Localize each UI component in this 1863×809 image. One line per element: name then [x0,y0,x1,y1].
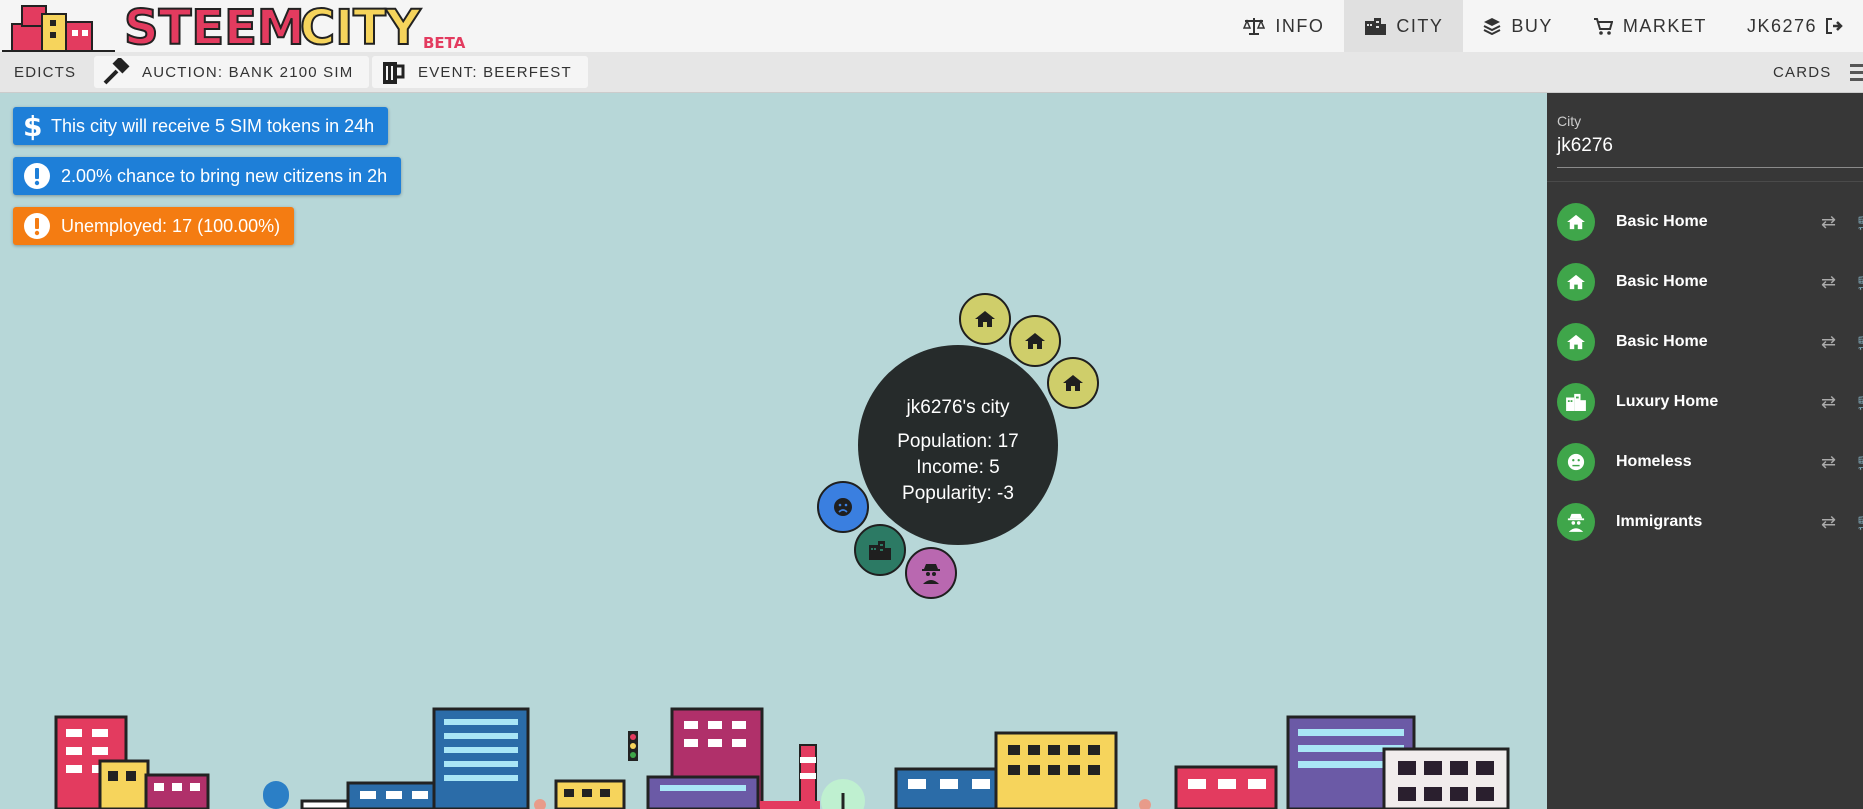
city-summary-bubble[interactable]: jk6276's city Population: 17 Income: 5 P… [858,345,1058,545]
frown-face-icon [834,498,852,516]
cart-icon[interactable]: 🛒 [1857,452,1863,472]
cart-icon[interactable]: 🛒 [1857,512,1863,532]
list-item-label: Luxury Home [1616,393,1719,410]
cart-icon[interactable]: 🛒 [1857,392,1863,412]
basic-home-bubble[interactable] [1009,315,1061,367]
swap-icon[interactable]: ⇄ [1821,212,1836,233]
svg-text:BETA: BETA [423,34,466,52]
homeless-bubble[interactable] [817,481,869,533]
list-item-label: Basic Home [1616,333,1708,350]
home-icon [1557,323,1595,361]
city-population: Population: 17 [897,431,1019,452]
nav-buy-label: BUY [1511,15,1553,36]
cards-button[interactable]: CARDS [1773,56,1832,88]
nav-market[interactable]: MARKET [1573,0,1727,52]
spy-icon [922,564,940,584]
cart-icon[interactable]: 🛒 [1857,272,1863,292]
list-item-label: Basic Home [1616,273,1708,290]
balance-scale-icon [1243,18,1266,35]
basic-home-bubble[interactable] [1047,357,1099,409]
home-icon [1557,263,1595,301]
nav-market-label: MARKET [1622,15,1707,36]
list-item-basic-home[interactable]: Basic Home ⇄ 🛒 [1557,262,1863,302]
swap-icon[interactable]: ⇄ [1821,332,1836,353]
exclamation-icon [24,213,50,239]
dollar-icon: $ [23,111,41,141]
svg-text:CITY: CITY [300,0,422,52]
cart-icon [1593,18,1613,35]
home-icon [1025,333,1045,349]
luxury-home-bubble[interactable] [854,524,906,576]
list-item-label: Basic Home [1616,213,1708,230]
tokens-alert-text: This city will receive 5 SIM tokens in 2… [51,115,375,136]
unemployed-alert-text: Unemployed: 17 (100.00%) [61,215,281,236]
tokens-alert: $ This city will receive 5 SIM tokens in… [13,107,389,145]
steemcity-logo[interactable]: STEEM CITY BETA [0,0,470,52]
list-item-label: Homeless [1616,453,1692,470]
hamburger-menu-icon[interactable] [1850,62,1863,84]
citizens-alert-text: 2.00% chance to bring new citizens in 2h [61,165,388,186]
swap-icon[interactable]: ⇄ [1821,272,1836,293]
city-skyline-illustration [54,707,1510,809]
auction-label: AUCTION: BANK 2100 SIM [142,63,354,81]
unemployed-alert: Unemployed: 17 (100.00%) [13,207,295,245]
city-summary-title: jk6276's city [906,397,1010,418]
face-icon [1557,443,1595,481]
immigrants-bubble[interactable] [905,547,957,599]
list-item-basic-home[interactable]: Basic Home ⇄ 🛒 [1557,202,1863,242]
gavel-icon [103,58,130,85]
svg-text:STEEM: STEEM [124,0,305,52]
nav-info[interactable]: INFO [1223,0,1344,52]
nav-info-label: INFO [1275,15,1325,36]
layers-icon [1483,18,1501,35]
list-item-luxury-home[interactable]: Luxury Home ⇄ 🛒 [1557,382,1863,422]
list-item-basic-home[interactable]: Basic Home ⇄ 🛒 [1557,322,1863,362]
city-popularity: Popularity: -3 [902,483,1014,504]
nav-buy[interactable]: BUY [1463,0,1573,52]
event-button[interactable]: EVENT: BEERFEST [372,56,588,88]
list-item-label: Immigrants [1616,513,1703,530]
spy-icon [1557,503,1595,541]
edicts-button[interactable]: EDICTS [14,56,76,88]
nav-user-label: JK6276 [1746,15,1817,36]
main-nav: INFO CITY BUY MARKET JK6276 [1223,0,1863,52]
city-income: Income: 5 [916,457,1000,478]
exclamation-icon [24,163,50,189]
swap-icon[interactable]: ⇄ [1821,512,1836,533]
city-panel: City jk6276 Basic Home ⇄ 🛒 Basic Home ⇄ … [1547,93,1863,809]
city-name-field[interactable]: jk6276 [1557,135,1613,157]
svg-text:$: $ [23,111,41,141]
city-field-underline [1557,167,1863,168]
top-bar: STEEM CITY BETA INFO CITY BUY MARKET JK6… [0,0,1863,53]
cart-icon[interactable]: 🛒 [1857,332,1863,352]
sub-bar: EDICTS AUCTION: BANK 2100 SIM EVENT: BEE… [0,52,1863,93]
nav-city-label: CITY [1396,15,1444,36]
list-item-homeless[interactable]: Homeless ⇄ 🛒 [1557,442,1863,482]
beer-mug-icon [383,62,405,84]
edicts-label: EDICTS [14,63,77,81]
auction-button[interactable]: AUCTION: BANK 2100 SIM [94,56,370,88]
city-map[interactable]: $ This city will receive 5 SIM tokens in… [0,93,1547,809]
building-icon [1557,383,1595,421]
basic-home-bubble[interactable] [959,293,1011,345]
cart-icon[interactable]: 🛒 [1857,212,1863,232]
event-label: EVENT: BEERFEST [418,63,572,81]
nav-city[interactable]: CITY [1344,0,1464,52]
building-icon [869,541,891,560]
home-icon [1557,203,1595,241]
sign-out-icon[interactable] [1825,18,1843,34]
home-icon [1063,375,1083,391]
city-field-label: City [1557,113,1582,129]
nav-user[interactable]: JK6276 [1727,0,1863,52]
swap-icon[interactable]: ⇄ [1821,452,1836,473]
swap-icon[interactable]: ⇄ [1821,392,1836,413]
panel-divider [1547,181,1863,182]
list-item-immigrants[interactable]: Immigrants ⇄ 🛒 [1557,502,1863,542]
cards-label: CARDS [1773,63,1832,81]
citizens-alert: 2.00% chance to bring new citizens in 2h [13,157,402,195]
home-icon [975,311,995,327]
city-icon [1365,18,1387,35]
